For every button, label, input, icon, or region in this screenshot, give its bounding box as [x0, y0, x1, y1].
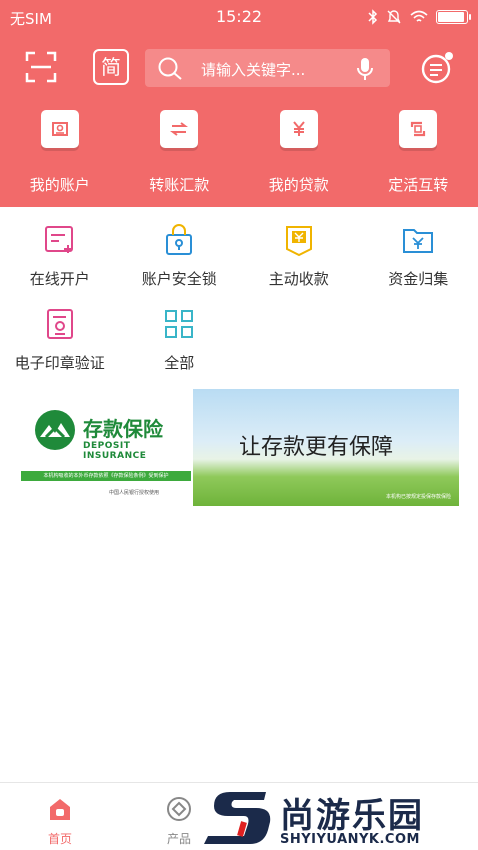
loan-yen-icon: [279, 110, 318, 148]
wifi-icon: [410, 10, 428, 22]
transfer-icon: [160, 110, 199, 148]
seal-icon: [42, 306, 78, 342]
lock-icon: [161, 222, 197, 258]
search-bar[interactable]: 请输入关键字...: [145, 49, 390, 87]
watermark-logo: [204, 792, 271, 844]
banner-strip: 本机构吸收的本外币存款依照《存款保险条例》受到保护: [21, 471, 191, 481]
tab-product[interactable]: 产品: [149, 795, 209, 847]
header-background: 无SIM 15:22 简 请输入关键字... 我的账户 转账汇款 我的贷款 定活…: [0, 0, 478, 207]
battery-fill: [438, 12, 464, 22]
quick-label: 定活互转: [388, 176, 449, 194]
grid-row: 电子印章验证 全部: [0, 306, 478, 390]
grid-all[interactable]: 全部: [120, 306, 240, 390]
quick-label: 转账汇款: [149, 176, 210, 194]
grid-receive-payment[interactable]: 主动收款: [239, 222, 359, 306]
banner-footnote: 中国人民银行授权使用: [109, 490, 160, 496]
search-icon: [158, 57, 182, 80]
banner-left: 存款保险 DEPOSIT INSURANCE 本机构吸收的本外币存款依照《存款保…: [19, 389, 193, 506]
microphone-icon[interactable]: [356, 57, 374, 81]
message-icon[interactable]: [420, 51, 454, 85]
grid-row: 在线开户 账户安全锁 主动收款 资金归集: [0, 222, 478, 306]
status-icons: [368, 9, 471, 25]
tab-label: 首页: [47, 832, 72, 846]
tab-home[interactable]: 首页: [30, 795, 90, 847]
bluetooth-icon: [368, 9, 378, 25]
grid-online-account[interactable]: 在线开户: [0, 222, 120, 306]
quick-label: 我的贷款: [268, 176, 329, 194]
grid-label: 在线开户: [29, 270, 90, 288]
watermark: 尚游乐园 SHYIYUANYK.COM: [204, 786, 478, 850]
grid-label: 账户安全锁: [141, 270, 217, 288]
receive-yen-icon: [281, 222, 317, 258]
grid-label: 全部: [164, 354, 195, 372]
grid-security-lock[interactable]: 账户安全锁: [120, 222, 240, 306]
watermark-name: 尚游乐园: [280, 796, 424, 836]
battery-icon: [436, 10, 471, 24]
banner-slogan: 让存款更有保障: [239, 435, 394, 460]
all-grid-icon: [161, 306, 197, 342]
scan-icon[interactable]: [24, 50, 58, 84]
grid-label: 主动收款: [268, 270, 329, 288]
account-card-icon: [40, 110, 79, 148]
top-bar: 简 请输入关键字...: [0, 44, 478, 92]
quick-transfer[interactable]: 转账汇款: [120, 110, 240, 200]
grid-fund-collection[interactable]: 资金归集: [359, 222, 478, 306]
folder-yen-icon: [400, 222, 436, 258]
function-grid: 在线开户 账户安全锁 主动收款 资金归集 电子印章验证 全部: [0, 222, 478, 390]
home-icon: [50, 799, 70, 820]
grid-label: 电子印章验证: [14, 354, 105, 372]
quick-my-account[interactable]: 我的账户: [0, 110, 120, 200]
deposit-insurance-logo: [35, 410, 75, 450]
tab-label: 产品: [166, 832, 191, 846]
simplified-chinese-button[interactable]: 简: [93, 49, 129, 85]
quick-exchange[interactable]: 定活互转: [359, 110, 478, 200]
banner-right-footnote: 本机构已按规定投保存款保险: [385, 494, 451, 500]
banner-right: 让存款更有保障 本机构已按规定投保存款保险: [193, 389, 459, 506]
deposit-insurance-banner[interactable]: 存款保险 DEPOSIT INSURANCE 本机构吸收的本外币存款依照《存款保…: [19, 389, 459, 506]
quick-actions: 我的账户 转账汇款 我的贷款 定活互转: [0, 110, 478, 200]
search-placeholder: 请输入关键字...: [201, 61, 306, 79]
grid-label: 资金归集: [388, 270, 449, 288]
quick-label: 我的账户: [29, 176, 90, 194]
mute-bell-icon: [387, 10, 401, 24]
quick-my-loan[interactable]: 我的贷款: [239, 110, 359, 200]
banner-subtitle: DEPOSIT INSURANCE: [83, 441, 147, 461]
open-account-icon: [42, 222, 78, 258]
status-bar: 无SIM 15:22: [0, 0, 478, 34]
banner-title: 存款保险: [83, 417, 163, 441]
grid-e-seal[interactable]: 电子印章验证: [0, 306, 120, 390]
watermark-url: SHYIYUANYK.COM: [280, 832, 420, 847]
exchange-icon: [399, 110, 438, 148]
product-icon: [167, 797, 191, 821]
